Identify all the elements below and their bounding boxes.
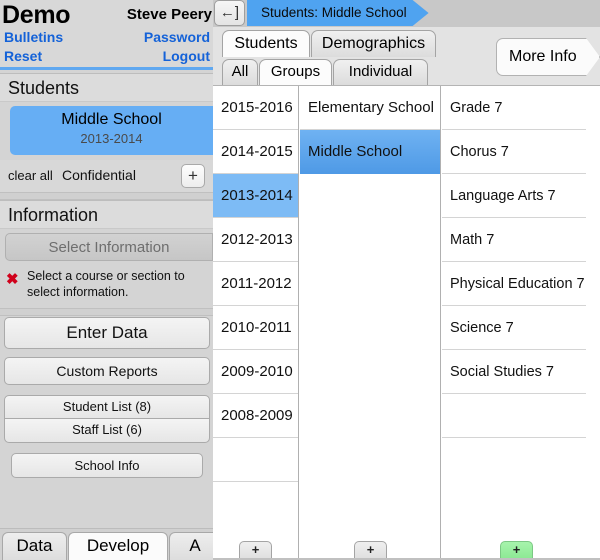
list-item-label: Grade 7: [450, 100, 503, 116]
list-item-label: 2010-2011: [221, 319, 292, 336]
school-info-button[interactable]: School Info: [11, 453, 203, 478]
back-arrow-icon[interactable]: ←]: [214, 0, 245, 26]
list-item-school[interactable]: Elementary School: [300, 86, 440, 130]
account-user-name: Steve Peery: [126, 6, 212, 23]
student-list-button[interactable]: Student List (8): [4, 395, 210, 419]
link-password[interactable]: Password: [144, 29, 210, 45]
sidebar-divider-mid: [0, 308, 213, 316]
tab-individual[interactable]: Individual: [333, 59, 428, 85]
list-item-label: Science 7: [450, 320, 514, 336]
column-courses[interactable]: Grade 7 Chorus 7 Language Arts 7 Math 7 Phys…: [442, 86, 586, 560]
list-item-label: Middle School: [308, 143, 403, 160]
list-item-label: Language Arts 7: [450, 188, 556, 204]
list-item-label: 2012-2013: [221, 231, 293, 248]
list-item-label: 2014-2015: [221, 143, 293, 160]
sidebar-divider-top: [0, 192, 213, 200]
breadcrumb-bar: ←] Students: Middle School: [213, 0, 600, 27]
list-item-year[interactable]: 2009-2010: [213, 350, 298, 394]
main-pane: ←] Students: Middle School Students Demo…: [213, 0, 600, 560]
list-item-course[interactable]: Science 7: [442, 306, 586, 350]
list-item-label: Math 7: [450, 232, 495, 248]
selected-school-card[interactable]: Middle School 2013-2014: [10, 106, 213, 155]
list-item-label: Chorus 7: [450, 144, 509, 160]
link-logout[interactable]: Logout: [163, 48, 210, 64]
warning-message: ✖ Select a course or section to select i…: [5, 268, 213, 306]
list-item-year[interactable]: 2010-2011: [213, 306, 298, 350]
browser-columns: 2015-2016 2014-2015 2013-2014 2012-2013 2011…: [213, 85, 600, 560]
list-item-year[interactable]: 2014-2015: [213, 130, 298, 174]
vertical-scrollbar[interactable]: [586, 171, 600, 560]
list-item-year[interactable]: 2013-2014: [213, 174, 298, 218]
link-bulletins[interactable]: Bulletins: [4, 29, 63, 45]
tab-demographics[interactable]: Demographics: [311, 30, 436, 57]
list-item-course[interactable]: Language Arts 7: [442, 174, 586, 218]
filter-row: clear all Confidential +: [0, 160, 213, 192]
select-information-button[interactable]: Select Information: [5, 233, 213, 261]
staff-list-button[interactable]: Staff List (6): [4, 419, 210, 443]
custom-reports-button[interactable]: Custom Reports: [4, 357, 210, 385]
list-item-label: 2013-2014: [221, 187, 293, 204]
list-item-year[interactable]: 2015-2016: [213, 86, 298, 130]
add-student-button[interactable]: +: [181, 164, 205, 188]
list-item-year[interactable]: 2012-2013: [213, 218, 298, 262]
tab-all[interactable]: All: [222, 59, 258, 85]
tab-students[interactable]: Students: [222, 30, 310, 57]
list-item-year[interactable]: 2011-2012: [213, 262, 298, 306]
enter-data-button[interactable]: Enter Data: [4, 317, 210, 349]
tab-groups[interactable]: Groups: [259, 59, 332, 85]
list-item-school[interactable]: Middle School: [300, 130, 440, 174]
list-item-label: 2009-2010: [221, 363, 293, 380]
app-title: Demo: [2, 1, 71, 29]
list-item-label: Physical Education 7: [450, 276, 585, 292]
selected-school-name: Middle School: [61, 111, 162, 128]
list-item-course[interactable]: Social Studies 7: [442, 350, 586, 394]
students-section-header: Students: [0, 73, 213, 102]
sidebar-bottom-tabbar: Data Develop A: [0, 528, 213, 560]
tab-develop[interactable]: Develop: [68, 532, 168, 560]
clear-all-button[interactable]: clear all: [8, 168, 53, 183]
left-sidebar: Demo Steve Peery Bulletins Password Rese…: [0, 0, 213, 560]
list-item-label: Elementary School: [308, 99, 434, 116]
error-x-icon: ✖: [6, 271, 19, 288]
list-item-label: 2015-2016: [221, 99, 293, 116]
column-schools[interactable]: Elementary School Middle School: [300, 86, 441, 560]
list-item-year[interactable]: 2008-2009: [213, 394, 298, 438]
warning-text: Select a course or section to select inf…: [27, 269, 185, 299]
tab-data[interactable]: Data: [2, 532, 67, 560]
information-section-header: Information: [0, 200, 213, 229]
confidential-toggle[interactable]: Confidential: [62, 167, 136, 183]
list-item-label: 2008-2009: [221, 407, 293, 424]
list-item-label: 2011-2012: [221, 275, 292, 292]
list-item-course[interactable]: Math 7: [442, 218, 586, 262]
list-item-course[interactable]: Grade 7: [442, 86, 586, 130]
list-item-empty[interactable]: [213, 438, 298, 482]
column-years[interactable]: 2015-2016 2014-2015 2013-2014 2012-2013 2011…: [213, 86, 299, 560]
list-item-empty[interactable]: [442, 394, 586, 438]
account-header: Demo Steve Peery Bulletins Password Rese…: [0, 0, 213, 70]
link-reset[interactable]: Reset: [4, 48, 42, 64]
list-item-course[interactable]: Chorus 7: [442, 130, 586, 174]
more-info-button[interactable]: More Info: [496, 38, 600, 76]
tab-a[interactable]: A: [169, 532, 213, 560]
app-window: Demo Steve Peery Bulletins Password Rese…: [0, 0, 600, 560]
list-item-label: Social Studies 7: [450, 364, 554, 380]
list-item-course[interactable]: Physical Education 7: [442, 262, 586, 306]
selected-school-year: 2013-2014: [80, 131, 143, 146]
breadcrumb[interactable]: Students: Middle School: [247, 0, 429, 26]
